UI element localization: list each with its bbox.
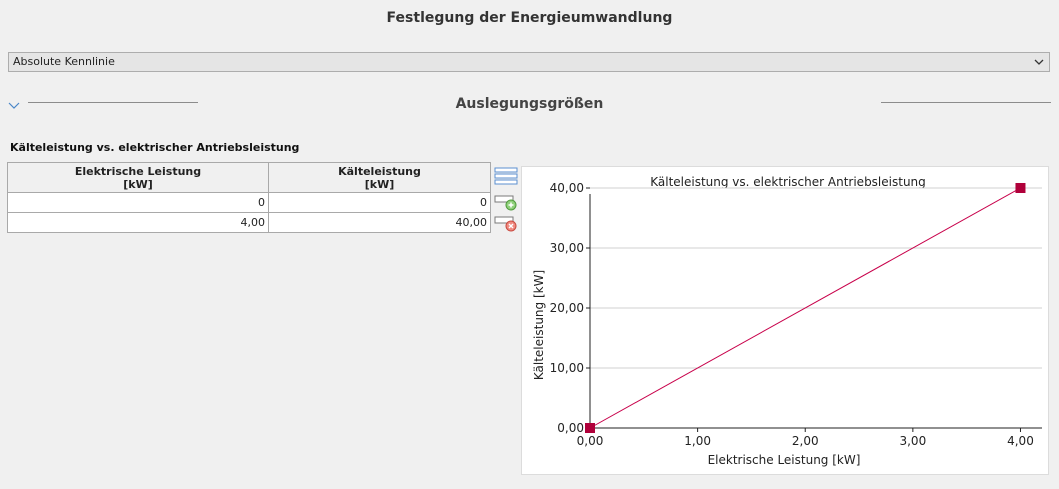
x-axis-label: Elektrische Leistung [kW] (708, 453, 861, 467)
section-divider-right (881, 102, 1051, 103)
grid-layer (590, 187, 1042, 369)
y-tick-label: 30,00 (550, 241, 584, 255)
x-tick-label: 2,00 (792, 434, 819, 448)
x-tick-label: 3,00 (899, 434, 926, 448)
table-caption: Kälteleistung vs. elektrischer Antriebsl… (10, 141, 300, 154)
y-tick-label: 20,00 (550, 301, 584, 315)
data-point[interactable] (585, 423, 595, 433)
chevron-down-icon (1033, 53, 1045, 71)
column-header-unit: [kW] (364, 177, 395, 191)
page-title: Festlegung der Energieumwandlung (386, 10, 673, 26)
column-header-kaelteleistung[interactable]: Kälteleistung [kW] (268, 162, 491, 193)
table-header-row: Elektrische Leistung [kW] Kälteleistung … (7, 162, 491, 193)
y-axis-label: Kälteleistung [kW] (532, 270, 546, 380)
kennlinie-table: Elektrische Leistung [kW] Kälteleistung … (7, 162, 491, 233)
y-tick-label: 40,00 (550, 181, 584, 195)
table-cell[interactable]: 0 (7, 192, 269, 213)
mode-select[interactable]: Absolute Kennlinie (8, 52, 1050, 72)
x-tick-label: 1,00 (684, 434, 711, 448)
data-point[interactable] (1015, 183, 1026, 193)
table-row: 4,00 40,00 (7, 212, 491, 233)
remove-row-icon[interactable] (494, 215, 518, 233)
column-header-unit: [kW] (123, 177, 153, 191)
list-lines-icon[interactable] (494, 167, 518, 185)
section-header[interactable]: Auslegungsgrößen (0, 90, 1059, 118)
table-row: 0 0 (7, 192, 491, 213)
x-tick-label: 4,00 (1007, 434, 1034, 448)
table-cell[interactable]: 40,00 (268, 212, 491, 233)
chart-panel: Kälteleistung vs. elektrischer Antriebsl… (521, 166, 1049, 475)
column-header-name: Elektrische Leistung (74, 164, 202, 178)
add-row-icon[interactable] (494, 194, 518, 212)
column-header-elektrische-leistung[interactable]: Elektrische Leistung [kW] (7, 162, 269, 193)
y-tick-label: 0,00 (557, 421, 584, 435)
column-header-name: Kälteleistung (338, 164, 421, 178)
table-cell[interactable]: 4,00 (7, 212, 269, 233)
chart-title: Kälteleistung vs. elektrischer Antriebsl… (650, 175, 926, 189)
table-cell[interactable]: 0 (268, 192, 491, 213)
mode-select-value: Absolute Kennlinie (13, 55, 115, 68)
section-title: Auslegungsgrößen (455, 96, 604, 112)
chart-svg: Kälteleistung vs. elektrischer Antriebsl… (532, 175, 1042, 467)
x-tick-label: 0,00 (577, 434, 604, 448)
y-tick-label: 10,00 (550, 361, 584, 375)
